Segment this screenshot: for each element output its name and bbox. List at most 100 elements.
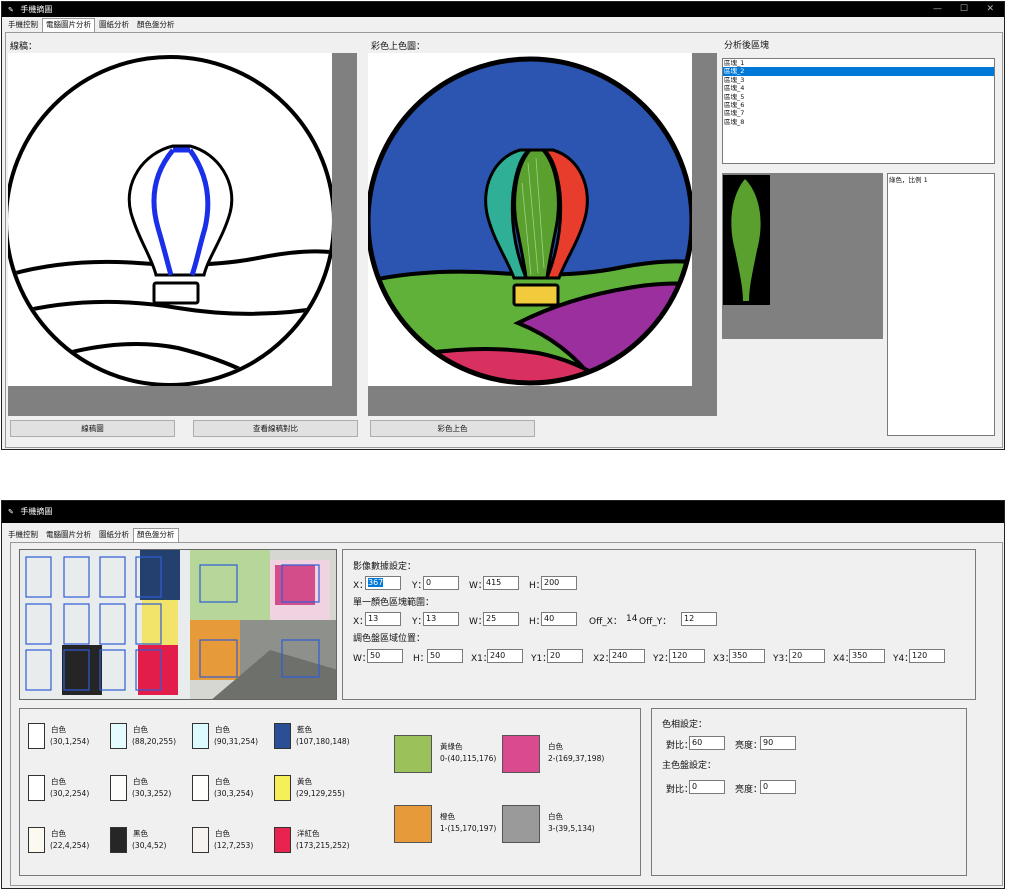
bh-input[interactable]: 40 — [541, 612, 577, 626]
swatch-hsv: (22,4,254) — [50, 841, 90, 850]
list-item[interactable]: 區塊_1 — [723, 59, 994, 67]
ph-input[interactable]: 50 — [427, 649, 463, 663]
color-swatch — [192, 827, 209, 853]
list-item[interactable]: 區塊_8 — [723, 118, 994, 126]
swatch-hsv: (88,20,255) — [132, 737, 177, 746]
list-item[interactable]: 區塊_3 — [723, 76, 994, 84]
brightness-label: 亮度： — [735, 741, 763, 751]
tab-strip: 手機控制 電腦圖片分析 圖紙分析 顏色盤分析 — [4, 528, 179, 542]
image-settings-panel: 影像數據設定： X： 367 Y： 0 W： 415 H： 200 單一顏色區塊… — [342, 549, 976, 700]
tab-phone-control[interactable]: 手機控制 — [4, 528, 42, 542]
region-shape-image — [723, 175, 770, 305]
swatch-name: 白色 — [215, 777, 230, 786]
palette-thumbnail — [502, 735, 540, 773]
app-icon: ✎ — [8, 6, 14, 14]
list-item-selected[interactable]: 區塊_2 — [723, 67, 994, 76]
img-section-label: 影像數據設定： — [353, 562, 417, 572]
window-palette-analysis: ✎ 手機摘圖 手機控制 電腦圖片分析 圖紙分析 顏色盤分析 影像數據設定： X：… — [1, 500, 1005, 889]
tab-paper-analysis[interactable]: 圖紙分析 — [95, 528, 133, 542]
window-title: 手機摘圖 — [20, 507, 53, 516]
line-art-button[interactable]: 線稿圖 — [10, 420, 175, 437]
y1-input[interactable]: 20 — [547, 649, 583, 663]
swatch-hsv: (30,1,254) — [50, 737, 90, 746]
line-art-label: 線稿： — [10, 42, 38, 52]
hue-section-label: 色相設定： — [662, 720, 708, 730]
y2-input[interactable]: 120 — [669, 649, 705, 663]
palette-name: 橙色 — [440, 812, 455, 821]
swatch-hsv: (12,7,253) — [214, 841, 254, 850]
swatch-hsv: (30,3,254) — [214, 789, 254, 798]
tab-strip: 手機控制 電腦圖片分析 圖紙分析 顏色盤分析 — [4, 18, 179, 32]
tab-image-analysis[interactable]: 電腦圖片分析 — [42, 528, 95, 542]
offy-input[interactable]: 12 — [681, 612, 717, 626]
main-contrast-input[interactable]: 0 — [689, 780, 725, 794]
color-info-text: 綠色，比例 1 — [889, 176, 928, 184]
tab-palette-analysis[interactable]: 顏色盤分析 — [133, 528, 179, 542]
main-brightness-input[interactable]: 0 — [760, 780, 796, 794]
by-input[interactable]: 13 — [423, 612, 459, 626]
list-item[interactable]: 區塊_5 — [723, 93, 994, 101]
w-input[interactable]: 415 — [483, 576, 519, 590]
colorize-button[interactable]: 彩色上色 — [370, 420, 535, 437]
offx-value[interactable]: 14 — [626, 614, 637, 624]
minimize-button[interactable]: — — [933, 2, 942, 17]
x4-input[interactable]: 350 — [849, 649, 885, 663]
swatch-name: 白色 — [133, 777, 148, 786]
y4-input[interactable]: 120 — [909, 649, 945, 663]
region-preview — [722, 173, 883, 339]
window-image-analysis: ✎ 手機摘圖 — ☐ ✕ 手機控制 電腦圖片分析 圖紙分析 顏色盤分析 線稿： … — [1, 1, 1005, 450]
title-bar: ✎ 手機摘圖 — [2, 501, 1004, 523]
contrast-input[interactable]: 60 — [689, 736, 725, 750]
palette-hsv: 2-(169,37,198) — [548, 754, 605, 763]
swatch-name: 洋紅色 — [297, 829, 320, 838]
close-button[interactable]: ✕ — [986, 2, 994, 17]
list-item[interactable]: 區塊_4 — [723, 84, 994, 92]
line-art-image — [8, 53, 332, 386]
maximize-button[interactable]: ☐ — [960, 2, 968, 17]
palette-name: 黃綠色 — [440, 742, 463, 751]
x1-input[interactable]: 240 — [487, 649, 523, 663]
main-section-label: 主色盤設定： — [662, 761, 717, 771]
palette-thumbnail — [394, 735, 432, 773]
color-swatch — [192, 775, 209, 801]
color-swatch — [274, 775, 291, 801]
region-list[interactable]: 區塊_1 區塊_2 區塊_3 區塊_4 區塊_5 區塊_6 區塊_7 區塊_8 — [722, 58, 995, 164]
list-item[interactable]: 區塊_6 — [723, 101, 994, 109]
swatch-hsv: (107,180,148) — [296, 737, 350, 746]
swatch-name: 白色 — [215, 829, 230, 838]
swatch-hsv: (30,4,52) — [132, 841, 167, 850]
h-input[interactable]: 200 — [541, 576, 577, 590]
list-item[interactable]: 區塊_7 — [723, 109, 994, 117]
tab-image-analysis[interactable]: 電腦圖片分析 — [42, 18, 95, 32]
x2-input[interactable]: 240 — [609, 649, 645, 663]
swatch-name: 黃色 — [297, 777, 312, 786]
bx-input[interactable]: 13 — [365, 612, 401, 626]
tab-phone-control[interactable]: 手機控制 — [4, 18, 42, 32]
palette-section-label: 調色盤區域位置： — [353, 634, 426, 644]
brightness-input[interactable]: 90 — [760, 736, 796, 750]
swatch-name: 白色 — [51, 829, 66, 838]
palette-thumbnail — [394, 805, 432, 843]
swatch-hsv: (29,129,255) — [296, 789, 345, 798]
y3-input[interactable]: 20 — [789, 649, 825, 663]
bw-input[interactable]: 25 — [483, 612, 519, 626]
pw-input[interactable]: 50 — [367, 649, 403, 663]
color-swatch — [274, 827, 291, 853]
color-swatch — [274, 723, 291, 749]
swatch-hsv: (30,2,254) — [50, 789, 90, 798]
x-input[interactable]: 367 — [365, 576, 401, 590]
palette-name: 白色 — [548, 742, 563, 751]
swatch-name: 白色 — [51, 777, 66, 786]
color-swatch — [110, 775, 127, 801]
tab-palette-analysis[interactable]: 顏色盤分析 — [133, 18, 179, 32]
tab-content: 線稿： 彩色上色圖： 分析後區塊 線稿圖 查看線稿對比 彩色上色 區塊_1 區塊… — [5, 32, 1003, 448]
color-info-box: 綠色，比例 1 — [887, 173, 995, 436]
check-line-art-button[interactable]: 查看線稿對比 — [193, 420, 358, 437]
palette-thumbnail — [502, 805, 540, 843]
tab-paper-analysis[interactable]: 圖紙分析 — [95, 18, 133, 32]
x3-input[interactable]: 350 — [729, 649, 765, 663]
color-swatch — [110, 827, 127, 853]
line-art-canvas — [8, 53, 357, 416]
y-input[interactable]: 0 — [423, 576, 459, 590]
color-swatch — [28, 723, 45, 749]
